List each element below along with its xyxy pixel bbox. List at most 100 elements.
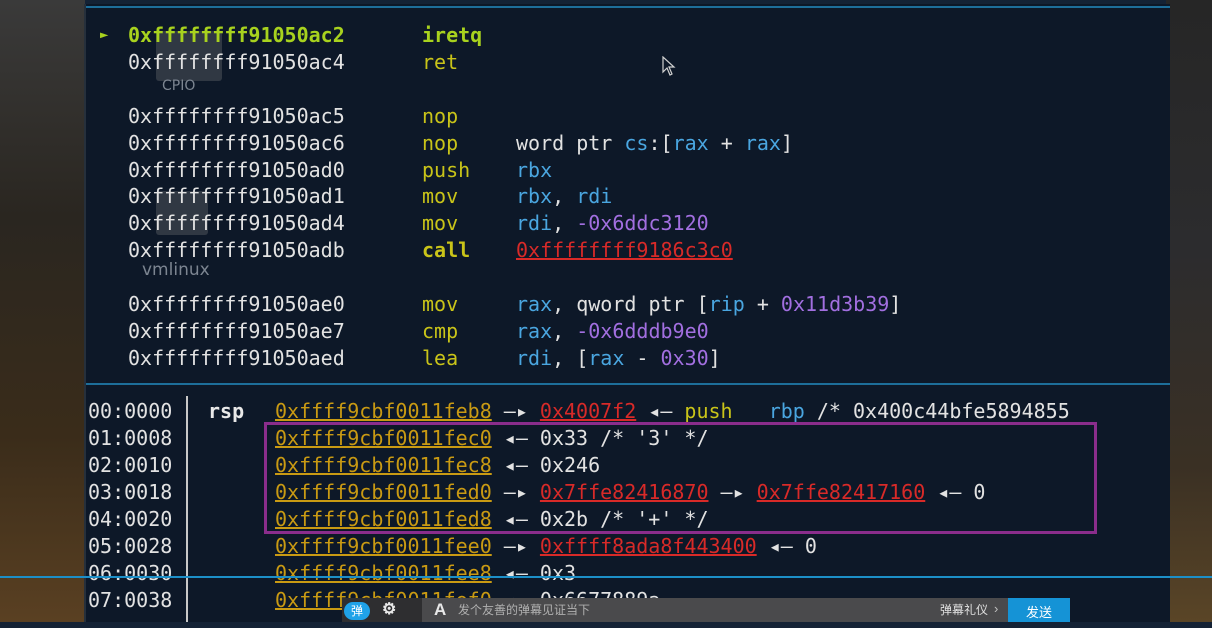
operand-token: rax <box>516 319 553 343</box>
disasm-address: 0xffffffff91050ac6 <box>128 131 345 155</box>
disasm-operands: rax, qword ptr [rip + 0x11d3b39] <box>516 291 901 317</box>
stack-index: 05:0028 <box>88 534 173 558</box>
stack-index: 00:0000 <box>88 399 173 423</box>
stack-separator <box>186 396 188 622</box>
disasm-address: 0xffffffff91050ac5 <box>128 104 345 128</box>
disasm-address: 0xffffffff91050adb <box>128 238 345 262</box>
disasm-mnemonic: nop <box>422 131 459 155</box>
disasm-mnemonic: call <box>422 238 471 262</box>
stack-entry: 0xffff9cbf0011feb8 —▸ 0x4007f2 ◂— push r… <box>275 398 1070 424</box>
operand-token: 0x30 <box>660 346 709 370</box>
disasm-operands: rbx, rdi <box>516 183 612 209</box>
disasm-mnemonic: nop <box>422 104 459 128</box>
operand-token: , <box>552 319 577 343</box>
operand-token: , <box>552 184 577 208</box>
stack-token: ◂— 0x3 <box>491 561 577 585</box>
disasm-operands: 0xffffffff9186c3c0 <box>516 237 733 263</box>
danmu-etiquette-link[interactable]: 弹幕礼仪 <box>940 602 988 618</box>
disasm-mnemonic: mov <box>422 211 459 235</box>
stack-index: 01:0008 <box>88 426 173 450</box>
operand-token: rdi <box>576 184 613 208</box>
section-rule <box>86 383 1170 385</box>
stack-token: push <box>684 399 733 423</box>
operand-token: + <box>708 131 745 155</box>
operand-token: rdi <box>516 346 553 370</box>
disasm-mnemonic: push <box>422 158 471 182</box>
operand-token: rbx <box>516 184 553 208</box>
disasm-operands: word ptr cs:[rax + rax] <box>516 130 793 156</box>
operand-token: word ptr <box>516 131 625 155</box>
cpio-file-label: CPIO <box>162 78 196 94</box>
stack-token: rbp <box>768 399 805 423</box>
operand-token: 0xffffffff9186c3c0 <box>516 238 733 262</box>
operand-token: 0x11d3b39 <box>780 292 890 316</box>
section-rule <box>86 6 1170 8</box>
operand-token: + <box>744 292 781 316</box>
mouse-pointer-icon <box>662 56 676 76</box>
current-instruction-arrow-icon: ► <box>100 27 109 43</box>
stack-token: 0xffff9cbf0011fee8 <box>275 561 492 585</box>
stack-token: —▸ <box>491 399 540 423</box>
disasm-address: 0xffffffff91050ae7 <box>128 319 345 343</box>
operand-token: ] <box>780 131 793 155</box>
stack-entry: 0xffff9cbf0011fee0 —▸ 0xffff8ada8f443400… <box>275 533 817 559</box>
operand-token: ] <box>889 292 902 316</box>
text-style-icon[interactable]: A <box>434 600 446 620</box>
stack-token: 0xffff9cbf0011fee0 <box>275 534 492 558</box>
operand-token: :[ <box>648 131 673 155</box>
danmu-toggle-button[interactable]: 弹 <box>344 602 370 620</box>
stack-register: rsp <box>208 399 245 423</box>
video-progress-line[interactable] <box>0 576 1212 578</box>
stack-index: 07:0038 <box>88 588 173 612</box>
disasm-operands: rdi, [rax - 0x30] <box>516 345 721 371</box>
disasm-mnemonic: cmp <box>422 319 459 343</box>
highlight-box <box>264 422 1097 534</box>
disasm-mnemonic: lea <box>422 346 459 370</box>
danmu-input-placeholder: 发个友善的弹幕见证当下 <box>458 603 591 617</box>
disasm-mnemonic: mov <box>422 292 459 316</box>
stack-token: —▸ <box>491 534 540 558</box>
disasm-address: 0xffffffff91050ad4 <box>128 211 345 235</box>
operand-token: - <box>624 346 661 370</box>
disasm-mnemonic: mov <box>422 184 459 208</box>
disasm-address: 0xffffffff91050aed <box>128 346 345 370</box>
operand-token: , [ <box>552 346 589 370</box>
stack-token: 0xffff8ada8f443400 <box>539 534 757 558</box>
disasm-address: 0xffffffff91050ad1 <box>128 184 345 208</box>
operand-token: -0x6ddc3120 <box>576 211 709 235</box>
chevron-right-icon: › <box>994 601 999 616</box>
disasm-mnemonic: ret <box>422 50 459 74</box>
terminal-window: CPIO vmlinux ► 0xffffffff91050ac2 iretq 0xf… <box>84 4 1170 622</box>
disasm-address: 0xffffffff91050ae0 <box>128 292 345 316</box>
operand-token: , <box>552 211 577 235</box>
desktop-background-right <box>1166 0 1212 622</box>
disasm-address: 0xffffffff91050ad0 <box>128 158 345 182</box>
operand-token: rax <box>744 131 781 155</box>
operand-token: rax <box>672 131 709 155</box>
stack-token: 0xffff9cbf0011feb8 <box>275 399 492 423</box>
stack-index: 06:0030 <box>88 561 173 585</box>
operand-token: ] <box>708 346 721 370</box>
stack-token <box>733 399 769 423</box>
danmu-settings-icon[interactable]: ⚙ <box>382 600 408 620</box>
disasm-operands: rax, -0x6dddb9e0 <box>516 318 709 344</box>
stack-index: 02:0010 <box>88 453 173 477</box>
disasm-mnemonic: iretq <box>422 23 483 47</box>
stack-token: /* 0x400c44bfe5894855 <box>804 399 1070 423</box>
operand-token: rdi <box>516 211 553 235</box>
disasm-operands: rdi, -0x6ddc3120 <box>516 210 709 236</box>
operand-token: cs <box>624 131 649 155</box>
stack-token: 0x4007f2 <box>539 399 637 423</box>
stack-index: 03:0018 <box>88 480 173 504</box>
send-button[interactable]: 发送 <box>1008 598 1070 622</box>
operand-token: rax <box>516 292 553 316</box>
stack-token: ◂— 0 <box>756 534 817 558</box>
disasm-operands: rbx <box>516 157 552 183</box>
stack-index: 04:0020 <box>88 507 173 531</box>
operand-token: rip <box>708 292 745 316</box>
operand-token: -0x6dddb9e0 <box>576 319 709 343</box>
danmu-input-bar: 弹 ⚙ A 发个友善的弹幕见证当下 弹幕礼仪 › 发送 <box>342 598 1070 622</box>
disasm-address: 0xffffffff91050ac2 <box>128 23 345 47</box>
stack-token: ◂— <box>636 399 685 423</box>
disasm-address: 0xffffffff91050ac4 <box>128 50 345 74</box>
